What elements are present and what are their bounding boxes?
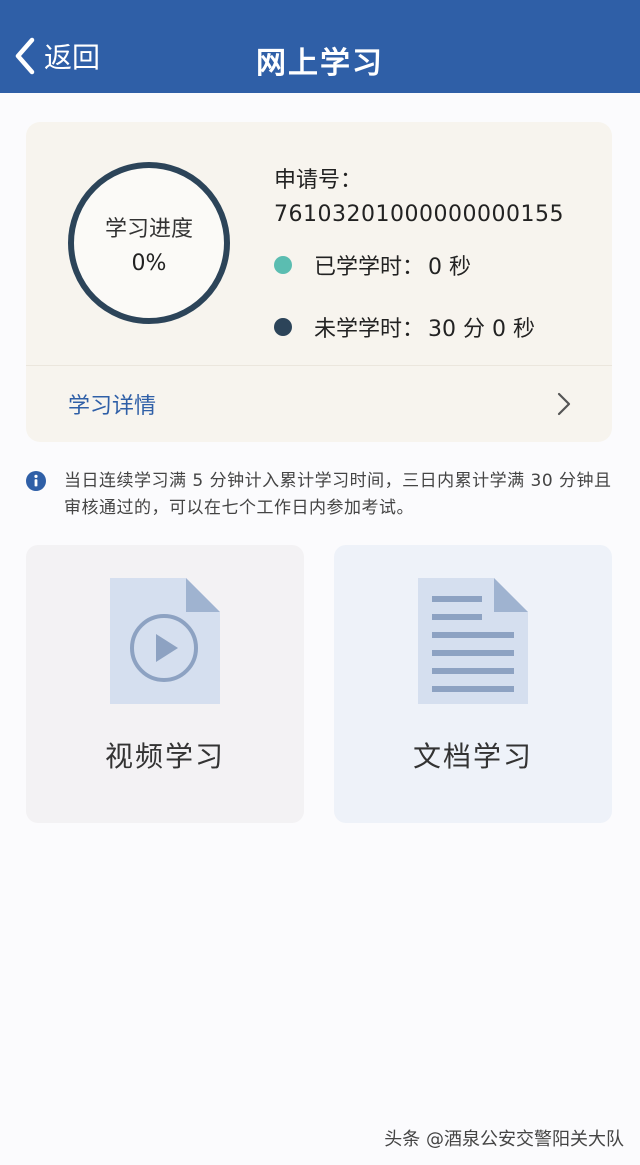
document-file-icon (418, 578, 528, 704)
study-notice: 当日连续学习满 5 分钟计入累计学习时间，三日内累计学满 30 分钟且审核通过的… (26, 468, 616, 522)
progress-info: 申请号： 76103201000000000155 已学学时： 0 秒 未学学时… (274, 162, 594, 343)
progress-label: 学习进度 (104, 216, 193, 242)
learned-hours-row: 已学学时： 0 秒 (274, 249, 594, 281)
info-icon (26, 471, 46, 491)
page-title: 网上学习 (256, 46, 384, 81)
progress-card: 学习进度 0% 申请号： 76103201000000000155 已学学时： … (26, 122, 612, 442)
video-file-icon (110, 578, 220, 704)
video-study-button[interactable]: 视频学习 (26, 545, 304, 823)
application-number-label: 申请号： (274, 168, 363, 193)
document-study-label: 文档学习 (412, 740, 533, 773)
progress-ring: 学习进度 0% (68, 162, 230, 324)
application-number-value: 76103201000000000155 (274, 202, 564, 227)
remaining-hours-row: 未学学时： 30 分 0 秒 (274, 311, 594, 343)
chevron-right-icon (557, 392, 571, 416)
progress-value: 0% (131, 250, 167, 276)
learned-hours-value: 0 秒 (428, 255, 472, 280)
study-details-link[interactable]: 学习详情 (26, 366, 612, 442)
remaining-dot-icon (274, 318, 292, 336)
study-details-label: 学习详情 (68, 394, 157, 419)
watermark: 头条 @酒泉公安交警阳关大队 (384, 1129, 624, 1150)
learned-dot-icon (274, 256, 292, 274)
learned-hours-label: 已学学时： (314, 255, 425, 280)
document-study-button[interactable]: 文档学习 (334, 545, 612, 823)
nav-bar: 返回 网上学习 (0, 0, 640, 93)
remaining-hours-label: 未学学时： (314, 317, 425, 342)
video-study-label: 视频学习 (104, 740, 225, 773)
notice-text: 当日连续学习满 5 分钟计入累计学习时间，三日内累计学满 30 分钟且审核通过的… (64, 471, 612, 518)
remaining-hours-value: 30 分 0 秒 (428, 317, 535, 342)
